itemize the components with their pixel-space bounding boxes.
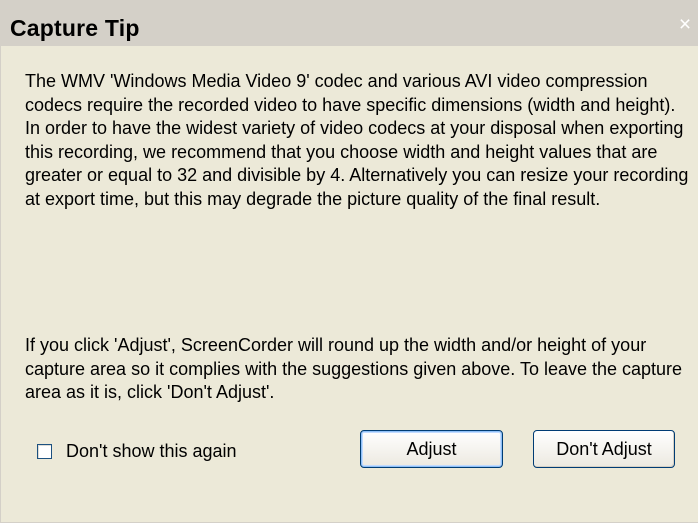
dialog-title: Capture Tip	[10, 15, 140, 41]
dont-show-again-option[interactable]: Don't show this again	[37, 441, 237, 462]
capture-tip-dialog: Capture Tip × The WMV 'Windows Media Vid…	[0, 0, 698, 523]
dialog-content: The WMV 'Windows Media Video 9' codec an…	[0, 46, 698, 523]
adjust-button[interactable]: Adjust	[360, 430, 503, 468]
dont-show-again-label[interactable]: Don't show this again	[66, 441, 237, 462]
message-paragraph-1: The WMV 'Windows Media Video 9' codec an…	[25, 71, 689, 209]
close-icon[interactable]: ×	[676, 14, 694, 35]
dont-show-again-checkbox[interactable]	[37, 444, 52, 459]
title-bar: Capture Tip ×	[0, 0, 698, 46]
message-paragraph-2: If you click 'Adjust', ScreenCorder will…	[25, 335, 683, 402]
dont-adjust-button[interactable]: Don't Adjust	[533, 430, 675, 468]
